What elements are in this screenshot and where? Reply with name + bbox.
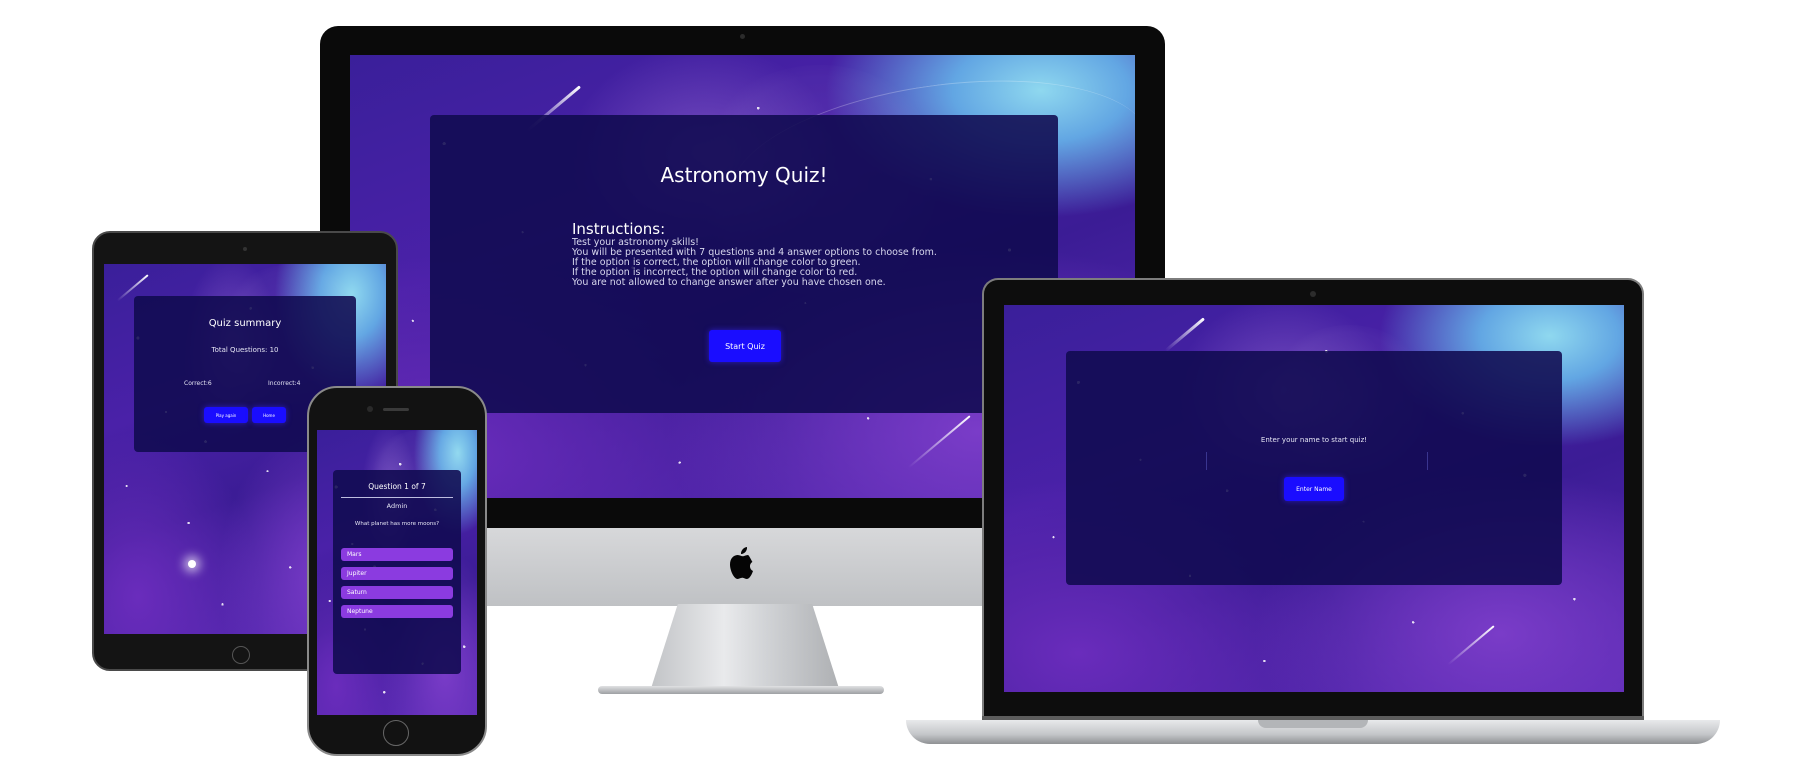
home-button[interactable]: Home	[252, 407, 286, 423]
name-entry-card: Enter your name to start quiz! Enter Nam…	[1066, 351, 1562, 585]
answer-option[interactable]: Jupiter	[341, 567, 453, 580]
phone-screen: Question 1 of 7 Admin What planet has mo…	[317, 430, 477, 715]
laptop-camera	[1310, 291, 1316, 297]
play-again-button[interactable]: Play again	[204, 407, 248, 423]
correct-count: Correct:6	[184, 380, 212, 387]
total-questions: Total Questions: 10	[211, 346, 279, 354]
instructions-heading: Instructions:	[572, 220, 666, 238]
laptop-screen: Enter your name to start quiz! Enter Nam…	[1004, 305, 1624, 692]
incorrect-count: Incorrect:4	[268, 380, 301, 387]
name-input[interactable]	[1206, 452, 1428, 470]
question-card: Question 1 of 7 Admin What planet has mo…	[333, 470, 461, 674]
name-prompt: Enter your name to start quiz!	[1260, 436, 1368, 444]
header-divider	[341, 497, 453, 498]
imac-foot	[598, 686, 884, 694]
phone-camera	[367, 406, 373, 412]
welcome-card: Astronomy Quiz! Instructions: Test your …	[430, 115, 1058, 413]
apple-logo-icon	[730, 547, 753, 579]
summary-title: Quiz summary	[208, 318, 282, 329]
answer-option[interactable]: Saturn	[341, 586, 453, 599]
start-quiz-button[interactable]: Start Quiz	[709, 330, 781, 362]
tablet-camera	[243, 247, 247, 251]
laptop-trackpad-notch	[1258, 720, 1368, 728]
enter-name-button[interactable]: Enter Name	[1284, 477, 1344, 501]
question-text: What planet has more moons?	[354, 521, 440, 527]
question-counter: Question 1 of 7	[368, 482, 426, 491]
laptop-base	[906, 720, 1720, 744]
answer-option[interactable]: Mars	[341, 548, 453, 561]
tablet-home-button[interactable]	[232, 646, 250, 664]
imac-stand	[650, 604, 840, 690]
imac-camera	[740, 34, 745, 39]
phone-speaker	[383, 408, 409, 411]
instruction-line: You are not allowed to change answer aft…	[572, 277, 886, 288]
instructions-block: Instructions: Test your astronomy skills…	[572, 220, 937, 288]
bright-star	[188, 560, 196, 568]
phone-home-button[interactable]	[383, 720, 409, 746]
answer-option[interactable]: Neptune	[341, 605, 453, 618]
player-name: Admin	[386, 502, 408, 510]
quiz-title: Astronomy Quiz!	[660, 163, 828, 187]
